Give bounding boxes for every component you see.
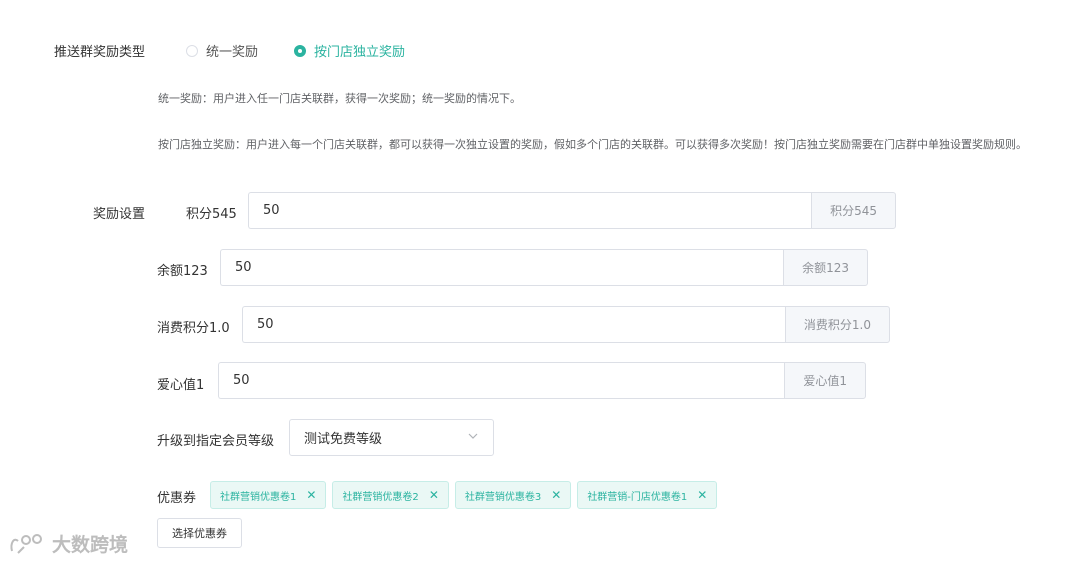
brand-logo-icon [10, 533, 42, 554]
member-level-selected: 测试免费等级 [304, 432, 383, 447]
radio-per-store-label: 按门店独立奖励 [314, 45, 406, 60]
coupon-tag-label: 社群营销优惠卷2 [342, 491, 419, 503]
per-store-reward-description: 按门店独立奖励：用户进入每一个门店关联群，都可以获得一次独立设置的奖励，假如多个… [158, 138, 1027, 151]
points-input[interactable] [248, 192, 812, 229]
coupon-tag: 社群营销优惠卷3 ✕ [454, 481, 572, 509]
radio-unified-reward[interactable]: 统一奖励 [186, 41, 258, 60]
coupon-tag-label: 社群营销优惠卷1 [220, 491, 297, 503]
coupons-label: 优惠券 [157, 491, 197, 506]
watermark-text: 大数跨境 [52, 534, 129, 556]
reward-settings-label: 奖励设置 [93, 207, 146, 222]
radio-unchecked-icon [186, 44, 198, 57]
love-value-input[interactable] [218, 362, 785, 399]
field-label-love-value: 爱心值1 [157, 378, 205, 393]
close-icon[interactable]: ✕ [697, 489, 707, 501]
consume-points-input[interactable] [242, 306, 785, 343]
member-level-select[interactable]: 测试免费等级 [289, 419, 494, 456]
close-icon[interactable]: ✕ [429, 489, 439, 501]
field-label-points: 积分545 [186, 207, 237, 222]
consume-points-unit: 消费积分1.0 [784, 306, 890, 343]
consume-points-input-group: 消费积分1.0 [242, 306, 890, 343]
upgrade-level-label: 升级到指定会员等级 [157, 434, 275, 449]
field-label-balance: 余额123 [157, 264, 208, 279]
radio-per-store-reward[interactable]: 按门店独立奖励 [294, 41, 405, 60]
coupon-tag: 社群营销优惠卷1 ✕ [210, 481, 327, 509]
watermark-logo: 大数跨境 [8, 530, 128, 557]
unified-reward-description: 统一奖励：用户进入任一门店关联群，获得一次奖励；统一奖励的情况下。 [158, 92, 521, 105]
field-label-consume-points: 消费积分1.0 [157, 321, 230, 336]
coupon-tag-label: 社群营销优惠卷3 [464, 491, 542, 503]
radio-unified-label: 统一奖励 [206, 45, 259, 60]
push-reward-type-label: 推送群奖励类型 [54, 45, 146, 60]
coupon-tag: 社群营销-门店优惠卷1 ✕ [577, 481, 718, 509]
chevron-down-icon [467, 430, 479, 446]
coupon-tag-list: 社群营销优惠卷1 ✕ 社群营销优惠卷2 ✕ 社群营销优惠卷3 ✕ 社群营销-门店… [210, 481, 718, 509]
balance-unit: 余额123 [783, 249, 868, 286]
points-unit: 积分545 [811, 192, 896, 229]
love-value-input-group: 爱心值1 [218, 362, 866, 399]
coupon-tag-label: 社群营销-门店优惠卷1 [587, 491, 688, 503]
balance-input-group: 余额123 [220, 249, 868, 286]
points-input-group: 积分545 [248, 192, 896, 229]
close-icon[interactable]: ✕ [306, 489, 316, 501]
select-coupon-button[interactable]: 选择优惠券 [157, 518, 242, 548]
balance-input[interactable] [220, 249, 784, 286]
radio-checked-icon [294, 44, 306, 57]
close-icon[interactable]: ✕ [551, 489, 561, 501]
coupon-tag: 社群营销优惠卷2 ✕ [332, 481, 449, 509]
love-value-unit: 爱心值1 [784, 362, 866, 399]
